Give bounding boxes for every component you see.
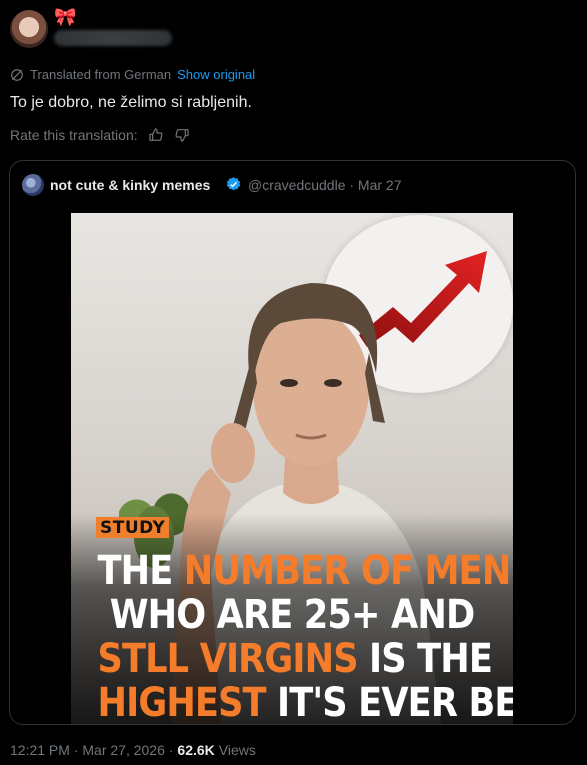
headline-1b: NUMBER OF MEN — [183, 548, 512, 594]
rate-translation: Rate this translation: — [10, 127, 190, 143]
headline-4a: HIGHEST — [97, 680, 267, 725]
quote-author-name[interactable]: not cute & kinky memes — [50, 177, 210, 193]
tweet-text: To je dobro, ne želimo si rabljenih. — [10, 94, 252, 111]
headline-3a: STLL VIRGINS — [97, 636, 359, 682]
headline-line-2: WHO ARE 25+ AND — [109, 592, 475, 638]
headline-1a: THE — [97, 548, 184, 594]
thumbs-down-icon[interactable] — [174, 127, 190, 143]
headline-line-3: STLL VIRGINS IS THE — [97, 636, 493, 682]
headline-line-1: THE NUMBER OF MEN — [97, 548, 512, 594]
quoted-tweet[interactable]: not cute & kinky memes @cravedcuddle · M… — [9, 160, 576, 725]
author-avatar[interactable] — [10, 10, 48, 48]
quote-handle-date[interactable]: @cravedcuddle · Mar 27 — [248, 177, 402, 193]
headline-3b: IS THE — [357, 636, 493, 682]
meme-headline: THE NUMBER OF MEN WHO ARE 25+ AND STLL V… — [97, 548, 513, 725]
quote-author-avatar[interactable] — [22, 174, 44, 196]
show-original-link[interactable]: Show original — [177, 67, 255, 82]
headline-4b: IT'S EVER BEEN — [277, 680, 513, 725]
views-count[interactable]: 62.6K — [177, 742, 214, 758]
views-label: Views — [218, 742, 256, 758]
thumbs-up-icon[interactable] — [148, 127, 164, 143]
quote-media-image[interactable]: STUDY THE NUMBER OF MEN WHO ARE 25+ AND … — [71, 213, 513, 725]
tweet-timestamp[interactable]: 12:21 PM · Mar 27, 2026 · — [10, 742, 173, 758]
translated-label: Translated from German — [30, 67, 172, 82]
study-tag: STUDY — [96, 517, 170, 538]
tweet-meta: 12:21 PM · Mar 27, 2026 · 62.6K Views — [10, 742, 256, 758]
verified-badge-icon — [226, 177, 241, 191]
author-name-redacted — [54, 30, 172, 46]
headline-line-4: HIGHEST IT'S EVER BEEN — [97, 680, 513, 725]
translate-icon — [11, 68, 23, 81]
rate-label: Rate this translation: — [10, 127, 138, 143]
translation-notice: Translated from German Show original — [10, 67, 255, 82]
bow-emoji: 🎀 — [54, 7, 77, 27]
